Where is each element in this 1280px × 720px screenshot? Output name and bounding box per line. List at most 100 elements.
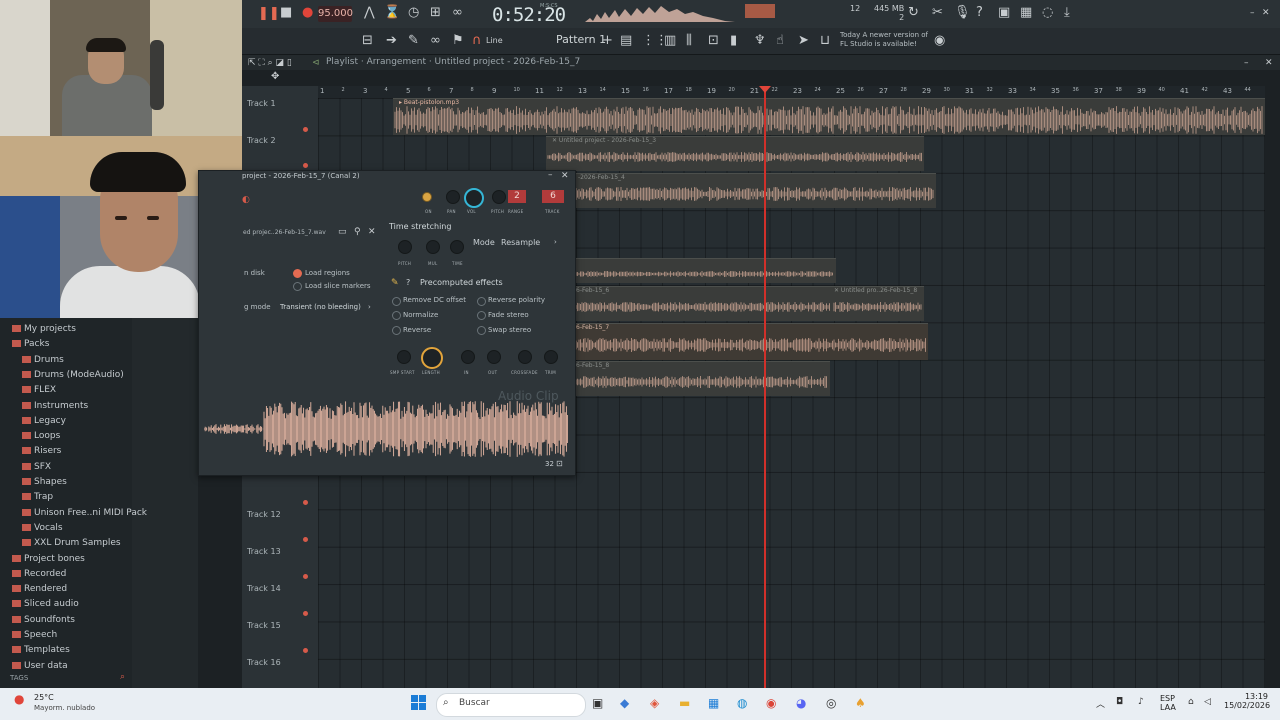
track-record-dot[interactable] — [303, 574, 308, 579]
browser-item[interactable]: Packs — [12, 339, 49, 349]
browser-item[interactable]: FLEX — [22, 385, 56, 395]
link-icon[interactable]: ∞ — [430, 34, 441, 48]
tray-chevron-icon[interactable]: ︿ — [1096, 697, 1105, 710]
zoom-icon[interactable]: ⊡ — [556, 459, 563, 468]
browser-item[interactable]: User data — [12, 661, 68, 671]
stretch-pitch-knob[interactable] — [398, 240, 412, 254]
pattern-selector[interactable]: Pattern 1 — [556, 33, 606, 46]
track-name[interactable]: Track 13 — [247, 547, 281, 556]
audio-clip[interactable]: 6-Feb-15_6 — [574, 286, 832, 321]
track-name[interactable]: Track 12 — [247, 510, 281, 519]
channel-minimize-icon[interactable]: – — [548, 170, 553, 180]
save-icon[interactable]: ▣ — [998, 6, 1010, 20]
update-notice[interactable]: Today A newer version of FL Studio is av… — [840, 31, 928, 49]
effect-label[interactable]: Normalize — [403, 311, 438, 319]
piano-roll-icon[interactable]: ▥ — [664, 34, 676, 48]
track-name[interactable]: Track 15 — [247, 621, 281, 630]
snap-move-icon[interactable]: ✥ — [271, 70, 279, 84]
track-record-dot[interactable] — [303, 611, 308, 616]
arrangement-icon[interactable]: ⊲ — [312, 56, 320, 70]
browser-item[interactable]: Rendered — [12, 584, 67, 594]
effect-checkbox[interactable] — [477, 326, 486, 335]
tuner-icon[interactable]: ♆ — [754, 34, 766, 48]
tray-app-icon[interactable]: ◘ — [1116, 697, 1123, 707]
volume-knob[interactable] — [464, 188, 484, 208]
browser-item[interactable]: Risers — [22, 446, 61, 456]
browser-item[interactable]: Unison Free..ni MIDI Pack — [22, 508, 147, 518]
edge-icon[interactable]: ◍ — [737, 696, 747, 710]
timeline-ruler[interactable] — [318, 86, 1265, 98]
stretch-mul-knob[interactable] — [426, 240, 440, 254]
playlist-close-icon[interactable]: ✕ — [1265, 56, 1273, 70]
weather-icon[interactable]: ● — [14, 692, 24, 706]
channel-close-icon[interactable]: ✕ — [561, 171, 569, 181]
trim-knob[interactable] — [544, 350, 558, 364]
browser-item[interactable]: Instruments — [22, 401, 88, 411]
pan-knob[interactable] — [446, 190, 460, 204]
volume-icon[interactable]: ◁ — [1204, 697, 1211, 707]
effect-checkbox[interactable] — [392, 311, 401, 320]
folder-icon[interactable]: ▭ — [338, 227, 347, 237]
on-knob[interactable] — [422, 192, 432, 202]
snap-selector[interactable]: Line — [486, 36, 503, 45]
sample-tab-icon[interactable]: ◐ — [242, 195, 250, 205]
browser-item[interactable]: Drums — [22, 355, 64, 365]
browser-item[interactable]: Legacy — [22, 416, 66, 426]
loop-record-icon[interactable]: ∞ — [452, 6, 463, 20]
sample-start-knob[interactable] — [397, 350, 411, 364]
windows-start-icon[interactable] — [411, 695, 427, 711]
load-slice-markers-radio[interactable] — [293, 282, 302, 291]
network-icon[interactable]: ⌂ — [1188, 697, 1194, 707]
track-record-dot[interactable] — [303, 537, 308, 542]
audio-clip-selected[interactable]: 6-Feb-15_7 — [574, 323, 928, 360]
browser-item[interactable]: Drums (ModeAudio) — [22, 370, 124, 380]
load-slice-markers-label[interactable]: Load slice markers — [305, 282, 371, 290]
mic-icon[interactable]: 🎙 — [954, 6, 971, 20]
app-icon[interactable]: ◎ — [826, 696, 836, 710]
stop-icon[interactable]: ■ — [280, 6, 292, 20]
effect-checkbox[interactable] — [392, 297, 401, 306]
brave-icon[interactable]: ◈ — [650, 696, 659, 710]
effect-checkbox[interactable] — [477, 297, 486, 306]
playlist-icon[interactable]: ⊟ — [362, 34, 373, 48]
browser-item[interactable]: Trap — [22, 492, 53, 502]
basket-icon[interactable]: ⊔ — [820, 34, 830, 48]
load-regions-radio[interactable] — [293, 269, 302, 278]
track-name[interactable]: Track 1 — [247, 99, 276, 108]
track-record-dot[interactable] — [303, 127, 308, 132]
audio-clip[interactable] — [574, 258, 836, 283]
pitch-knob[interactable] — [492, 190, 506, 204]
effect-label[interactable]: Reverse — [403, 326, 431, 334]
hint-icon[interactable]: ⊡ — [708, 34, 719, 48]
audio-clip[interactable]: -2026-Feb-15_4 — [574, 173, 936, 208]
playlist-minimize-icon[interactable]: – — [1244, 56, 1249, 70]
effect-label[interactable]: Swap stereo — [488, 326, 531, 334]
browser-item[interactable]: Sliced audio — [12, 599, 79, 609]
record-icon[interactable]: ● — [302, 6, 313, 20]
copilot-icon[interactable]: ◆ — [620, 696, 629, 710]
minimize-icon[interactable]: – — [1250, 6, 1255, 20]
track-name[interactable]: Track 2 — [247, 136, 276, 145]
plugin-database-icon[interactable]: ▮ — [730, 34, 737, 48]
browser-item[interactable]: Soundfonts — [12, 615, 75, 625]
track-name[interactable]: Track 14 — [247, 584, 281, 593]
track-name[interactable]: Track 16 — [247, 658, 281, 667]
effect-label[interactable]: Remove DC offset — [403, 296, 466, 304]
download-icon[interactable]: ⤓ — [1064, 6, 1070, 20]
effect-label[interactable]: Reverse polarity — [488, 296, 545, 304]
mixer-icon[interactable]: ⫼ — [686, 34, 692, 48]
browser-item[interactable]: SFX — [22, 462, 51, 472]
browser-item[interactable]: Recorded — [12, 569, 66, 579]
in-knob[interactable] — [461, 350, 475, 364]
track-record-dot[interactable] — [303, 163, 308, 168]
effect-checkbox[interactable] — [392, 326, 401, 335]
playhead[interactable] — [764, 86, 766, 688]
zoom-value[interactable]: 32 — [545, 460, 554, 468]
countdown-icon[interactable]: ◷ — [408, 6, 419, 20]
undo-icon[interactable]: ↻ — [908, 6, 919, 20]
fl-studio-taskbar-icon[interactable]: ♠ — [855, 696, 866, 710]
playlist-tools-icon[interactable]: ⇱ ⛶ ⌕ ◪ ▯ — [248, 56, 292, 70]
mixer-track[interactable]: 6 — [542, 190, 564, 203]
browser-item[interactable]: Shapes — [22, 477, 67, 487]
effect-checkbox[interactable] — [477, 311, 486, 320]
